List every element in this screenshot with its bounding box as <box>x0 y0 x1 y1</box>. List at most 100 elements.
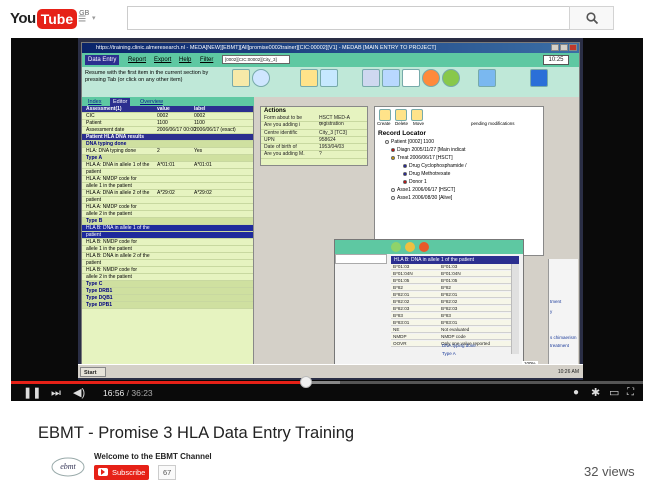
tree-item-label: Asse1 2006/06/17 [HSCT] <box>397 187 456 193</box>
grid-row: Type DQB1 <box>82 295 253 302</box>
action-key: Centre identific <box>264 129 298 136</box>
popup-code: B*83:01 <box>393 320 410 325</box>
below-popup-text-0: DNA typing done <box>442 343 476 348</box>
menu-help: Help <box>179 57 192 63</box>
print-icon <box>362 69 380 87</box>
action-value: 1953/04/03 <box>319 144 345 151</box>
tree-node-icon <box>391 147 395 152</box>
fullscreen-icon[interactable]: ⛶ <box>627 386 634 400</box>
grid-cell-label: patient <box>86 232 102 238</box>
grid-row: patient <box>82 169 253 176</box>
search-doc-icon <box>402 69 420 87</box>
grid-row: HLA: DNA typing done 2 Yes <box>82 148 253 155</box>
action-value: City_3 [TC3] <box>319 129 347 136</box>
search-input[interactable] <box>127 6 570 30</box>
popup-row: B*82:01 B*82:01 <box>391 292 511 298</box>
grid-row: Type DRB1 <box>82 288 253 295</box>
menu-data-entry: Data Entry <box>85 55 120 65</box>
side-note-2: s chimaerism <box>550 335 577 340</box>
tab-overview: Overview <box>140 99 163 105</box>
popup-row: B*82:03 B*82:03 <box>391 306 511 312</box>
next-icon[interactable]: ⏭ <box>51 386 61 400</box>
tree-node-icon <box>403 179 407 184</box>
chart-icon <box>320 69 338 87</box>
logo-you-text: You <box>10 10 36 27</box>
grid-cell-label: Type B <box>86 218 103 224</box>
grid-row: allele 1 in the patient <box>82 183 253 190</box>
actions-title: Actions <box>264 108 287 114</box>
action-row: Are you adding M.? <box>261 151 367 159</box>
grid-cell-label: allele 1 in the patient <box>86 246 132 252</box>
popup-code: B*01:03 <box>393 264 410 269</box>
info-icon[interactable]: ● <box>573 386 579 400</box>
close-icon <box>569 44 577 51</box>
grid-cell-label: Type C <box>86 281 103 287</box>
grid-cell-text: A*01:01 <box>194 162 212 168</box>
popup-row: B*83:01 B*83:01 <box>391 320 511 326</box>
grid-row: Patient 1100 1100 <box>82 120 253 127</box>
side-note-3: treatment <box>550 343 570 348</box>
popup-label: NMDP code <box>441 334 466 339</box>
popup-label: Not evaluated <box>441 327 470 332</box>
tree-node-icon <box>403 163 407 168</box>
channel-avatar[interactable]: ebmt <box>50 455 86 479</box>
windows-taskbar: Start 10:26 AM <box>78 364 583 378</box>
popup-code: B*83 <box>393 313 403 318</box>
progress-bar[interactable] <box>11 381 643 384</box>
grid-row: Type DPB1 <box>82 302 253 309</box>
video-player[interactable]: https://training.clinic.almeresearch.nl … <box>11 38 643 401</box>
action-key: Are you adding i <box>264 122 301 129</box>
tree-item-label: Asse1 2006/08/30 [Alive] <box>397 195 453 201</box>
popup-row: B*01:03 B*01:03 <box>391 264 511 270</box>
menu-filter: Filter <box>200 57 214 63</box>
volume-icon[interactable]: ◀) <box>73 386 85 400</box>
menu-export: Export <box>154 57 172 63</box>
grid-header: Assessment(1) value label <box>82 106 253 113</box>
search-button[interactable] <box>569 6 614 30</box>
action-row: UPN 958624 <box>261 137 367 145</box>
tree-item-label: Treat 2006/06/17 [HSCT] <box>397 155 453 161</box>
gear-icon[interactable]: ✱ <box>591 386 600 400</box>
tip-text: Resume with the first item in the curren… <box>85 70 209 83</box>
grid-cell-label: patient <box>86 169 102 175</box>
stop-icon <box>422 69 440 87</box>
editor-tabs: Index Editor Overview <box>82 97 254 106</box>
popup-code: B*01:05 <box>393 278 410 283</box>
window-controls <box>551 44 577 51</box>
popup-code: B*01:04N <box>393 271 413 276</box>
tree-item: Asse1 2006/06/17 [HSCT] <box>391 187 455 194</box>
locator-label-move: Move <box>413 121 425 126</box>
guide-menu-icon[interactable]: ≡ <box>78 10 86 26</box>
theater-mode-icon[interactable]: ▭ <box>609 386 619 400</box>
pause-icon[interactable]: ❚❚ <box>23 386 41 400</box>
grid-cell-label: Type DRB1 <box>86 288 113 294</box>
screen-icon <box>530 69 548 87</box>
subscribe-button[interactable]: Subscribe <box>94 465 150 480</box>
app-toolbar <box>230 69 560 95</box>
actions-rows: Form about to be HSCT MED-A registration A… <box>261 115 367 159</box>
youtube-play-icon <box>98 468 108 476</box>
grid-cell-label: HLA A: NMDP code for <box>86 204 137 210</box>
logo-tube-text: Tube <box>36 9 78 29</box>
menu-report: Report <box>128 57 147 63</box>
record-locator: Create Delete Move pending modifications… <box>374 106 544 256</box>
actions-panel: Actions Form about to be HSCT MED-A regis… <box>260 106 368 166</box>
grid-row: HLA A: NMDP code for <box>82 204 253 211</box>
channel-name[interactable]: Welcome to the EBMT Channel <box>94 452 212 461</box>
grid-row: HLA B: DNA in allele 2 of the <box>82 253 253 260</box>
grid-row: HLA A: NMDP code for <box>82 176 253 183</box>
grid-row: Type A <box>82 155 253 162</box>
move-icon <box>478 69 496 87</box>
grid-cell-label: HLA: DNA typing done <box>86 148 137 154</box>
popup-row: NE Not evaluated <box>391 327 511 333</box>
delete-icon <box>395 109 407 121</box>
chevron-down-icon[interactable]: ▾ <box>92 14 96 22</box>
app-menubar: Data Entry Report Export Help Filter [00… <box>82 53 579 67</box>
grid-row: CIC 0002 0002 <box>82 113 253 120</box>
grid-cell-label: HLA A: DNA in allele 2 of the <box>86 190 150 196</box>
action-key: Are you adding M. <box>264 151 305 158</box>
duration: 36:23 <box>131 388 153 398</box>
grid-cell-label: HLA B: NMDP code for <box>86 267 138 273</box>
grid-cell-label: HLA B: DNA in allele 2 of the <box>86 253 150 259</box>
player-controls: ❚❚ ⏭ ◀) 16:56 / 36:23 ● ✱ ▭ ⛶ <box>11 385 643 401</box>
